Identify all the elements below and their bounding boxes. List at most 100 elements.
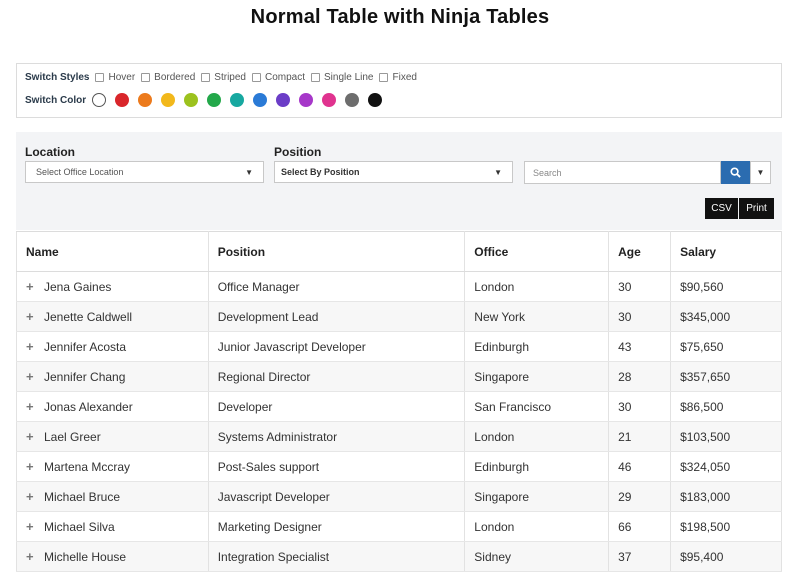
cell-text: Marketing Designer (217, 519, 322, 534)
expand-plus-icon[interactable]: + (26, 429, 38, 444)
checkbox[interactable] (379, 73, 389, 82)
style-option-hover[interactable]: Hover (95, 72, 135, 83)
cell-text: Singapore (474, 369, 530, 384)
cell-position: Development Lead (208, 301, 466, 332)
column-header-position[interactable]: Position (208, 231, 466, 272)
cell-text: Michelle House (44, 550, 127, 564)
cell-text: Jena Gaines (44, 280, 112, 294)
cell-age: 30 (608, 391, 672, 422)
cell-office: Edinburgh (464, 451, 610, 482)
expand-plus-icon[interactable]: + (26, 339, 38, 354)
cell-salary: $86,500 (670, 391, 782, 422)
style-option-single-line[interactable]: Single Line (311, 72, 373, 83)
table-row[interactable]: + Jena Gaines Office Manager London 30 $90,56… (16, 271, 782, 302)
color-swatch[interactable] (299, 93, 314, 107)
style-option-striped[interactable]: Striped (201, 72, 246, 83)
checkbox[interactable] (251, 73, 261, 82)
column-header-age[interactable]: Age (608, 231, 672, 272)
column-header-office[interactable]: Office (464, 231, 610, 272)
cell-position: Junior Javascript Developer (208, 331, 466, 362)
cell-text: 46 (618, 459, 632, 474)
table-row[interactable]: + Michael Bruce Javascript Developer Singap… (16, 481, 782, 512)
style-option-fixed[interactable]: Fixed (379, 72, 417, 83)
table-row[interactable]: + Jennifer Acosta Junior Javascript Develo… (16, 331, 782, 362)
location-select[interactable]: Select Office Location ▼ (25, 161, 264, 183)
cell-salary: $103,500 (670, 421, 782, 452)
color-swatch[interactable] (207, 93, 222, 107)
table-row[interactable]: + Lael Greer Systems Administrator London 21… (16, 421, 782, 452)
cell-salary: $357,650 (670, 361, 782, 392)
cell-position: Developer (208, 391, 466, 422)
table-row[interactable]: + Jennifer Chang Regional Director Singapor… (16, 361, 782, 392)
cell-name: + Michael Bruce (16, 481, 209, 512)
caret-down-icon: ▼ (494, 167, 502, 177)
column-header-salary[interactable]: Salary (670, 231, 782, 272)
cell-text: Edinburgh (474, 339, 530, 354)
table-row[interactable]: + Jenette Caldwell Development Lead New Yor… (16, 301, 782, 332)
checkbox[interactable] (311, 73, 320, 82)
cell-salary: $198,500 (670, 511, 782, 542)
color-swatch[interactable] (322, 93, 337, 107)
table-row[interactable]: + Michelle House Integration Specialist Sid… (16, 541, 782, 572)
cell-name: + Jena Gaines (16, 271, 209, 302)
table-row[interactable]: + Michael Silva Marketing Designer London 66… (16, 511, 782, 542)
cell-office: Singapore (464, 361, 610, 392)
checkbox[interactable] (201, 73, 211, 82)
location-select-value: Select Office Location (36, 167, 124, 177)
cell-text: San Francisco (474, 399, 551, 414)
expand-plus-icon[interactable]: + (26, 309, 38, 324)
cell-position: Marketing Designer (208, 511, 466, 542)
expand-plus-icon[interactable]: + (26, 369, 38, 384)
data-table: Name Position Office Age Salary + Jena Ga… (16, 231, 782, 572)
color-swatch[interactable] (92, 93, 107, 107)
expand-plus-icon[interactable]: + (26, 399, 38, 414)
cell-office: London (464, 511, 610, 542)
cell-name: + Jennifer Chang (16, 361, 209, 392)
cell-name: + Jenette Caldwell (16, 301, 209, 332)
cell-text: 30 (618, 309, 632, 324)
cell-text: 29 (618, 489, 632, 504)
color-swatch[interactable] (161, 93, 176, 107)
color-swatch[interactable] (368, 93, 383, 107)
option-label: Compact (264, 72, 305, 83)
table-row[interactable]: + Jonas Alexander Developer San Francisco 30… (16, 391, 782, 422)
style-switcher-panel: Switch Styles Hover Bordered Striped Com… (16, 63, 782, 118)
expand-plus-icon[interactable]: + (26, 489, 38, 504)
csv-button[interactable]: CSV (705, 198, 738, 219)
color-swatch[interactable] (230, 93, 245, 107)
expand-plus-icon[interactable]: + (26, 279, 38, 294)
color-swatch[interactable] (276, 93, 291, 107)
search-options-button[interactable]: ▼ (750, 161, 771, 184)
color-swatch[interactable] (138, 93, 153, 107)
expand-plus-icon[interactable]: + (26, 519, 38, 534)
cell-salary: $95,400 (670, 541, 782, 572)
expand-plus-icon[interactable]: + (26, 459, 38, 474)
cell-text: Developer (217, 399, 273, 414)
color-swatch[interactable] (253, 93, 268, 107)
cell-age: 30 (608, 271, 672, 302)
print-button[interactable]: Print (739, 198, 774, 219)
cell-office: Singapore (464, 481, 610, 512)
search-input[interactable]: Search (524, 161, 721, 184)
table-row[interactable]: + Martena Mccray Post-Sales support Edinbur… (16, 451, 782, 482)
column-header-name[interactable]: Name (16, 231, 209, 272)
cell-name: + Lael Greer (16, 421, 209, 452)
cell-text: Jonas Alexander (44, 400, 133, 414)
position-select[interactable]: Select By Position ▼ (274, 161, 513, 183)
cell-position: Post-Sales support (208, 451, 466, 482)
cell-text: Integration Specialist (217, 549, 330, 564)
expand-plus-icon[interactable]: + (26, 549, 38, 564)
style-option-compact[interactable]: Compact (251, 72, 305, 83)
cell-text: Javascript Developer (217, 489, 330, 504)
cell-salary: $183,000 (670, 481, 782, 512)
search-button[interactable] (721, 161, 750, 184)
style-option-bordered[interactable]: Bordered (141, 72, 195, 83)
checkbox[interactable] (141, 73, 151, 82)
color-swatch[interactable] (115, 93, 130, 107)
checkbox[interactable] (95, 73, 105, 82)
cell-text: Post-Sales support (217, 459, 320, 474)
cell-name: + Michelle House (16, 541, 209, 572)
cell-age: 66 (608, 511, 672, 542)
color-swatch[interactable] (184, 93, 199, 107)
color-swatch[interactable] (345, 93, 360, 107)
